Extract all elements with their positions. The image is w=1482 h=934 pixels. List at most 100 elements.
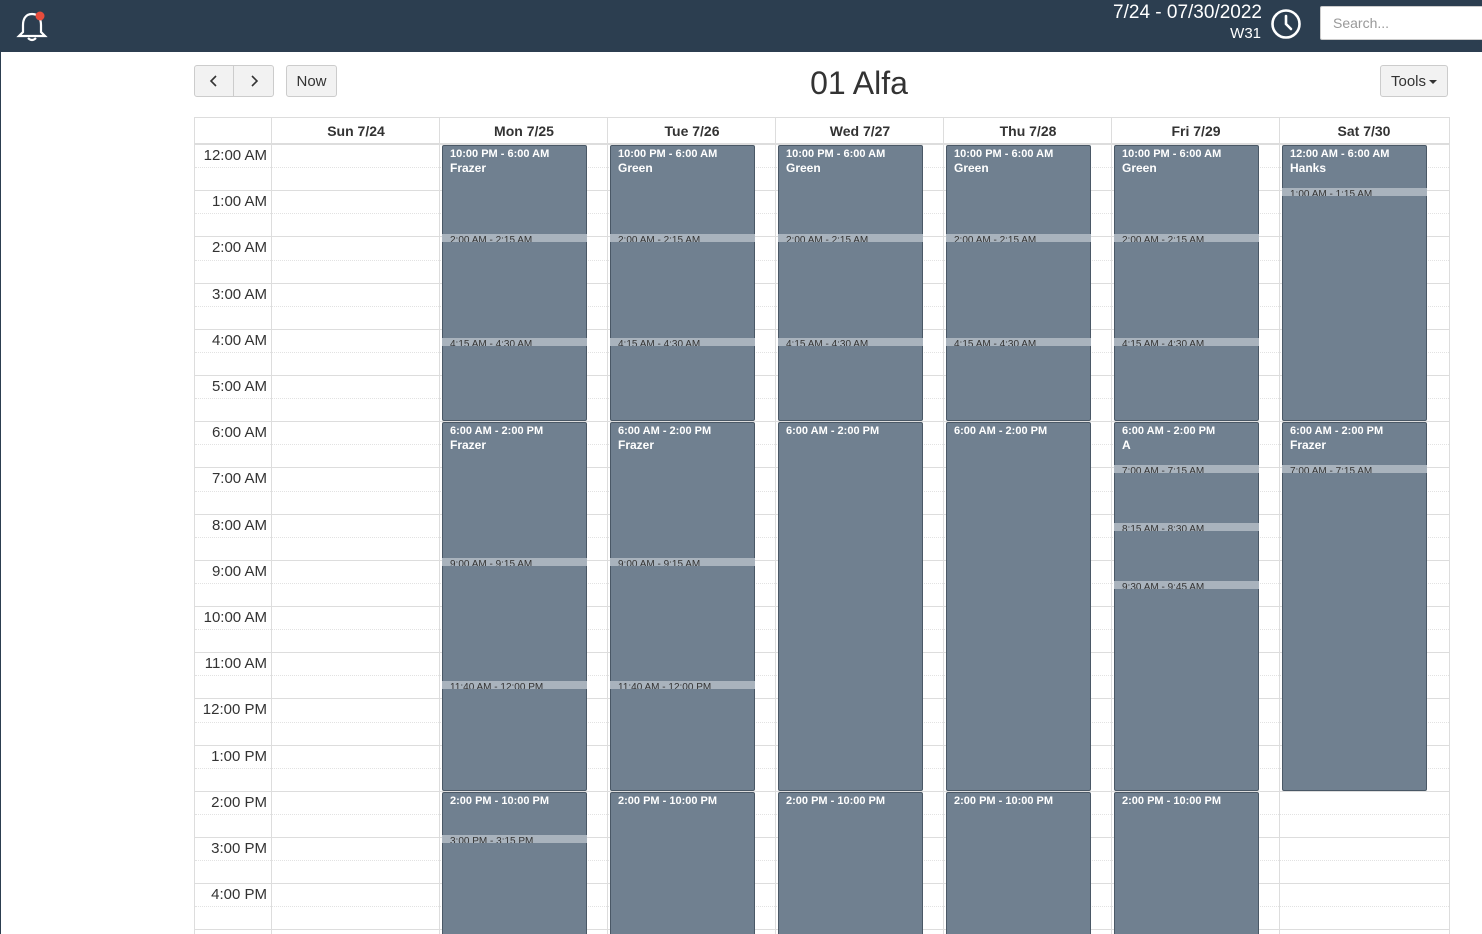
shift-event[interactable]: 6:00 AM - 2:00 PM A (1114, 422, 1259, 791)
shift-event[interactable]: 2:00 PM - 10:00 PM (946, 791, 1091, 934)
time-label: 6:00 AM (211, 424, 267, 442)
chevron-left-icon (209, 75, 217, 87)
time-label: 11:00 AM (204, 655, 267, 673)
event-assignee: Green (954, 161, 989, 175)
search-input[interactable] (1320, 6, 1482, 40)
break-event[interactable]: 2:00 AM - 2:15 AM (610, 234, 755, 243)
shift-event[interactable]: 10:00 PM - 6:00 AM Green (778, 145, 923, 422)
shift-event[interactable]: 10:00 PM - 6:00 AM Frazer (442, 145, 587, 422)
top-bar: 7/24 - 07/30/2022 W31 (0, 0, 1482, 52)
shift-event[interactable]: 2:00 PM - 10:00 PM (778, 791, 923, 934)
week-calendar: Sun 7/24 Mon 7/25 Tue 7/26 Wed 7/27 Thu 7/28… (194, 117, 1450, 934)
shift-event[interactable]: 10:00 PM - 6:00 AM Green (1114, 145, 1259, 422)
shift-event[interactable]: 6:00 AM - 2:00 PM Frazer (610, 422, 755, 791)
time-label: 9:00 AM (211, 562, 267, 580)
page-title: 01 Alfa (810, 65, 908, 101)
time-label: 1:00 PM (211, 747, 267, 765)
shift-event[interactable]: 10:00 PM - 6:00 AM Green (946, 145, 1091, 422)
week-number: W31 (1230, 25, 1261, 42)
now-button[interactable]: Now (286, 65, 337, 97)
prev-button[interactable] (194, 65, 234, 97)
break-event[interactable]: 2:00 AM - 2:15 AM (442, 234, 587, 243)
shift-event[interactable]: 6:00 AM - 2:00 PM Frazer (1282, 422, 1427, 791)
shift-event[interactable]: 12:00 AM - 6:00 AM Hanks (1282, 145, 1427, 422)
event-time: 10:00 PM - 6:00 AM (954, 148, 1054, 160)
break-event[interactable]: 4:15 AM - 4:30 AM (778, 338, 923, 347)
time-label: 12:00 AM (203, 147, 267, 164)
event-time: 6:00 AM - 2:00 PM (450, 425, 544, 438)
break-event[interactable]: 7:00 AM - 7:15 AM (1114, 465, 1259, 474)
day-header-row: Sun 7/24 Mon 7/25 Tue 7/26 Wed 7/27 Thu 7/28… (195, 117, 1449, 144)
event-time: 10:00 PM - 6:00 AM (618, 148, 718, 160)
clock-icon[interactable] (1270, 8, 1302, 40)
break-event[interactable]: 3:00 PM - 3:15 PM (442, 835, 587, 843)
shift-event[interactable]: 6:00 AM - 2:00 PM (778, 422, 923, 791)
column-divider (607, 117, 608, 934)
day-header[interactable]: Wed 7/27 (776, 118, 944, 145)
time-label: 2:00 AM (211, 239, 267, 257)
caret-down-icon (1429, 80, 1438, 84)
event-assignee: A (1122, 438, 1131, 453)
break-event[interactable]: 4:15 AM - 4:30 AM (610, 338, 755, 347)
shift-event[interactable]: 2:00 PM - 10:00 PM (442, 791, 587, 934)
shift-event[interactable]: 10:00 PM - 6:00 AM Green (610, 145, 755, 422)
column-divider (1111, 117, 1112, 934)
left-border (0, 52, 1, 934)
shift-event[interactable]: 2:00 PM - 10:00 PM (1114, 791, 1259, 934)
time-label: 1:00 AM (211, 193, 267, 211)
shift-event[interactable]: 2:00 PM - 10:00 PM (610, 791, 755, 934)
bell-icon[interactable] (14, 8, 50, 44)
shift-event[interactable]: 6:00 AM - 2:00 PM Frazer (442, 422, 587, 791)
day-header[interactable]: Mon 7/25 (440, 118, 608, 145)
day-header[interactable]: Sat 7/30 (1280, 118, 1448, 145)
event-time: 2:00 PM - 10:00 PM (450, 794, 550, 807)
time-label: 4:00 PM (211, 886, 267, 904)
break-event[interactable]: 2:00 AM - 2:15 AM (1114, 234, 1259, 243)
break-event[interactable]: 4:15 AM - 4:30 AM (946, 338, 1091, 347)
chevron-right-icon (250, 75, 258, 87)
event-assignee: Frazer (1290, 438, 1327, 453)
time-label: 10:00 AM (203, 609, 267, 626)
break-event[interactable]: 11:40 AM - 12:00 PM (442, 681, 587, 689)
time-label: 5:00 AM (211, 378, 267, 395)
column-divider (1279, 117, 1280, 934)
event-time: 6:00 AM - 2:00 PM (618, 425, 712, 438)
event-time: 2:00 PM - 10:00 PM (954, 794, 1054, 807)
day-header[interactable]: Thu 7/28 (944, 118, 1112, 145)
break-event[interactable]: 9:00 AM - 9:15 AM (442, 557, 587, 566)
break-event[interactable]: 1:00 AM - 1:15 AM (1282, 188, 1427, 197)
event-assignee: Frazer (618, 438, 655, 453)
time-label: 8:00 AM (211, 516, 267, 534)
shift-event[interactable]: 6:00 AM - 2:00 PM (946, 422, 1091, 791)
break-event[interactable]: 2:00 AM - 2:15 AM (778, 234, 923, 243)
tools-button[interactable]: Tools (1380, 65, 1448, 97)
break-event[interactable]: 8:15 AM - 8:30 AM (1114, 523, 1259, 532)
event-assignee: Green (1122, 161, 1157, 175)
break-event[interactable]: 9:00 AM - 9:15 AM (610, 557, 755, 566)
column-divider (439, 117, 440, 934)
event-assignee: Green (618, 161, 653, 175)
time-label: 3:00 AM (211, 285, 267, 303)
event-time: 6:00 AM - 2:00 PM (1290, 425, 1384, 438)
event-assignee: Hanks (1290, 161, 1327, 175)
event-assignee: Frazer (450, 438, 487, 453)
day-header[interactable]: Tue 7/26 (608, 118, 776, 145)
column-divider (271, 117, 272, 934)
event-time: 12:00 AM - 6:00 AM (1290, 148, 1390, 160)
next-button[interactable] (233, 65, 274, 97)
time-label: 4:00 AM (211, 331, 267, 349)
break-event[interactable]: 7:00 AM - 7:15 AM (1282, 465, 1427, 474)
event-time: 10:00 PM - 6:00 AM (1122, 148, 1222, 160)
day-header[interactable]: Fri 7/29 (1112, 118, 1280, 145)
tools-label: Tools (1390, 72, 1427, 90)
break-event[interactable]: 4:15 AM - 4:30 AM (1114, 338, 1259, 347)
break-event[interactable]: 9:30 AM - 9:45 AM (1114, 580, 1259, 589)
break-event[interactable]: 4:15 AM - 4:30 AM (442, 338, 587, 347)
break-event[interactable]: 2:00 AM - 2:15 AM (946, 234, 1091, 243)
time-label: 2:00 PM (211, 793, 267, 811)
break-event[interactable]: 11:40 AM - 12:00 PM (610, 681, 755, 689)
event-time: 10:00 PM - 6:00 AM (450, 148, 550, 160)
event-time: 6:00 AM - 2:00 PM (786, 425, 880, 438)
day-header[interactable]: Sun 7/24 (272, 118, 440, 145)
column-divider (943, 117, 944, 934)
